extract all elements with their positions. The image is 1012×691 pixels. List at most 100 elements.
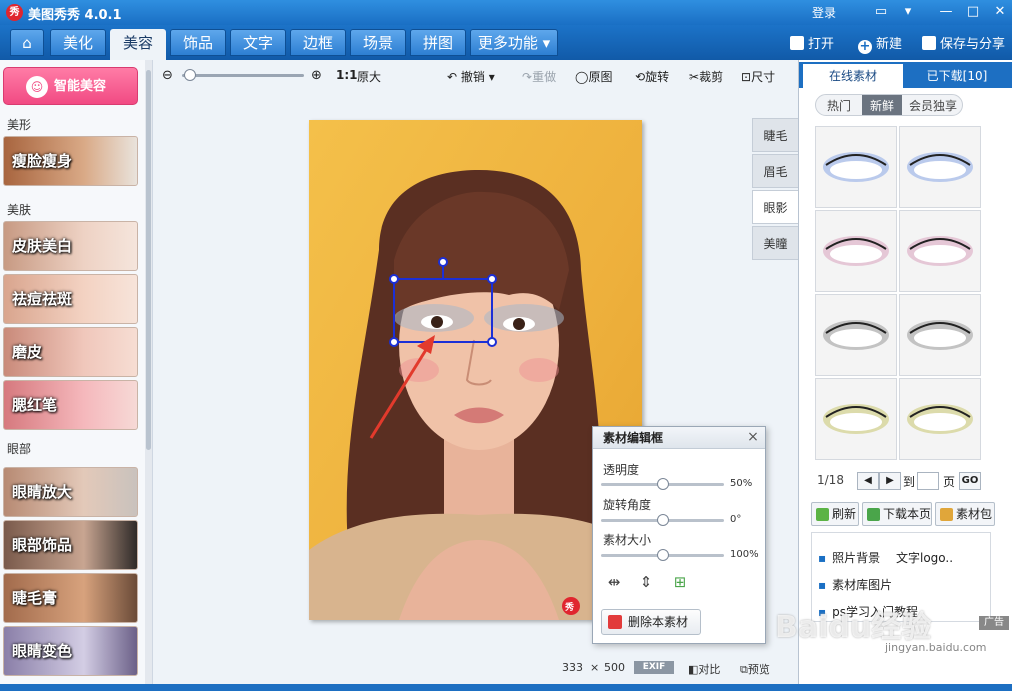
app-title: 美图秀秀 4.0.1 <box>28 8 122 23</box>
redo-button[interactable]: ↷重做 <box>522 68 556 85</box>
bullet-icon: ▪ <box>818 578 827 592</box>
eye-color-label: 眼睛变色 <box>12 642 73 660</box>
preview-button[interactable]: ⧉预览 <box>740 661 770 677</box>
close-icon[interactable]: × <box>745 429 761 445</box>
save-share-button[interactable]: 保存与分享 <box>922 33 1005 52</box>
open-button[interactable]: 打开 <box>790 33 834 52</box>
material-sub-tabs: 热门 新鲜 会员独享 <box>815 94 963 116</box>
tab-eyebrow[interactable]: 眉毛 <box>752 154 798 188</box>
dimension-separator: × <box>590 661 600 674</box>
eyeshadow-swatch[interactable] <box>899 378 981 460</box>
flip-vertical-icon[interactable]: ⇕ <box>635 573 657 591</box>
tab-online-material[interactable]: 在线素材 <box>803 64 903 88</box>
material-edit-dialog: 素材编辑框 × 透明度 50% 旋转角度 0° 素材大小 100% ⇹ ⇕ ⊞ … <box>592 426 766 644</box>
menu-icon[interactable]: ▾ <box>897 2 919 22</box>
goto-label: 到 <box>903 475 916 489</box>
undo-button[interactable]: ↶ 撤销 ▾ <box>447 68 495 85</box>
flip-horizontal-icon[interactable]: ⇹ <box>603 573 625 591</box>
tab-collage[interactable]: 拼图 <box>410 29 466 56</box>
zoom-out-icon[interactable]: ⊖ <box>162 68 173 83</box>
sidebar-scroll-thumb[interactable] <box>146 70 151 450</box>
exif-button[interactable]: EXIF <box>634 661 674 674</box>
rotate-label: 旋转 <box>645 70 670 84</box>
material-pack-button[interactable]: 素材包 <box>935 502 995 526</box>
link-text-logo-label: 文字logo.. <box>896 551 954 565</box>
close-icon[interactable]: ✕ <box>989 2 1011 22</box>
eyeshadow-swatch[interactable] <box>815 126 897 208</box>
eyeshadow-swatch[interactable] <box>815 294 897 376</box>
opacity-slider-knob[interactable] <box>656 478 669 490</box>
eyeshadow-swatch[interactable] <box>899 126 981 208</box>
resize-button[interactable]: ⊡尺寸 <box>741 68 775 85</box>
link-photo-background[interactable]: ▪ 照片背景 <box>818 549 880 566</box>
material-panel: 在线素材 已下载[10] 热门 新鲜 会员独享 1/18 ◀ ▶ 到 页 GO … <box>798 60 1012 684</box>
subtab-new[interactable]: 新鲜 <box>862 95 902 115</box>
subtab-hot[interactable]: 热门 <box>816 95 862 115</box>
photo-badge-icon: 秀 <box>565 603 575 613</box>
zoom-in-icon[interactable]: ⊕ <box>311 68 322 83</box>
rotation-slider-knob[interactable] <box>656 514 669 526</box>
blush-brush-tool[interactable]: 腮红笔 <box>3 380 138 430</box>
preview-label: 预览 <box>747 663 770 676</box>
tab-scene[interactable]: 场景 <box>350 29 406 56</box>
edit-toolbar: ⊖ ⊕ 1:1 原大 ↶ 撤销 ▾ ↷重做 ◯原图 ⟲旋转 ✂裁剪 ⊡尺寸 <box>156 62 796 90</box>
zoom-slider[interactable] <box>182 74 304 77</box>
eye-enlarge-tool[interactable]: 眼睛放大 <box>3 467 138 517</box>
eyeshadow-swatch[interactable] <box>815 378 897 460</box>
undo-dropdown-icon[interactable]: ▾ <box>489 70 495 84</box>
tab-more[interactable]: 更多功能 ▾ <box>470 29 558 56</box>
tab-contact-lens[interactable]: 美瞳 <box>752 226 798 260</box>
refresh-button[interactable]: 刷新 <box>811 502 859 526</box>
new-button[interactable]: + 新建 <box>858 33 902 54</box>
feedback-icon[interactable]: ▭ <box>870 2 892 22</box>
login-link[interactable]: 登录 <box>812 4 836 21</box>
minimize-icon[interactable]: — <box>935 2 957 22</box>
slim-face-tool[interactable]: 瘦脸瘦身 <box>3 136 138 186</box>
crop-button[interactable]: ✂裁剪 <box>689 68 723 85</box>
skin-whiten-tool[interactable]: 皮肤美白 <box>3 221 138 271</box>
size-slider-knob[interactable] <box>656 549 669 561</box>
tab-beautify[interactable]: 美化 <box>50 29 106 56</box>
refresh-icon <box>816 508 829 521</box>
actual-size-button[interactable]: 原大 <box>357 68 381 85</box>
tab-eyeshadow[interactable]: 眼影 <box>752 190 798 224</box>
image-height: 500 <box>604 661 625 674</box>
eye-color-tool[interactable]: 眼睛变色 <box>3 626 138 676</box>
eyeshadow-swatch[interactable] <box>815 210 897 292</box>
eye-decoration-tool[interactable]: 眼部饰品 <box>3 520 138 570</box>
link-text-logo[interactable]: 文字logo.. <box>896 549 953 566</box>
mascara-tool[interactable]: 睫毛膏 <box>3 573 138 623</box>
eyeshadow-swatch[interactable] <box>899 210 981 292</box>
tab-text[interactable]: 文字 <box>230 29 286 56</box>
subtab-vip[interactable]: 会员独享 <box>902 95 962 115</box>
undo-label: 撤销 <box>460 70 485 84</box>
opacity-label: 透明度 <box>603 463 640 477</box>
acne-removal-tool[interactable]: 祛痘祛斑 <box>3 274 138 324</box>
eyeshadow-swatch[interactable] <box>899 294 981 376</box>
next-page-button[interactable]: ▶ <box>879 472 901 490</box>
go-button[interactable]: GO <box>959 472 981 490</box>
maximize-icon[interactable]: □ <box>962 2 984 22</box>
zoom-slider-knob[interactable] <box>184 69 196 81</box>
delete-material-button[interactable]: 删除本素材 <box>601 609 701 635</box>
download-page-button[interactable]: 下载本页 <box>862 502 932 526</box>
page-input[interactable] <box>917 472 939 490</box>
compare-button[interactable]: ◧对比 <box>688 661 720 677</box>
original-button[interactable]: ◯原图 <box>575 68 612 85</box>
home-icon[interactable]: ⌂ <box>10 29 44 56</box>
tab-decorations[interactable]: 饰品 <box>170 29 226 56</box>
prev-page-button[interactable]: ◀ <box>857 472 879 490</box>
rotate-icon: ⟲ <box>635 70 646 84</box>
rotate-button[interactable]: ⟲旋转 <box>635 68 669 85</box>
tab-beauty[interactable]: 美容 <box>110 29 166 60</box>
tab-downloaded[interactable]: 已下载[10] <box>907 64 1007 88</box>
rotation-value: 0° <box>730 514 742 525</box>
smart-beauty-button[interactable]: ☺ 智能美容 <box>3 67 138 105</box>
smooth-skin-tool[interactable]: 磨皮 <box>3 327 138 377</box>
tab-eyelash[interactable]: 睫毛 <box>752 118 798 152</box>
link-material-library[interactable]: ▪ 素材库图片 <box>818 576 892 593</box>
mascara-label: 睫毛膏 <box>12 589 58 607</box>
tab-frame[interactable]: 边框 <box>290 29 346 56</box>
add-material-icon[interactable]: ⊞ <box>669 573 691 591</box>
ratio-button[interactable]: 1:1 <box>336 68 358 82</box>
